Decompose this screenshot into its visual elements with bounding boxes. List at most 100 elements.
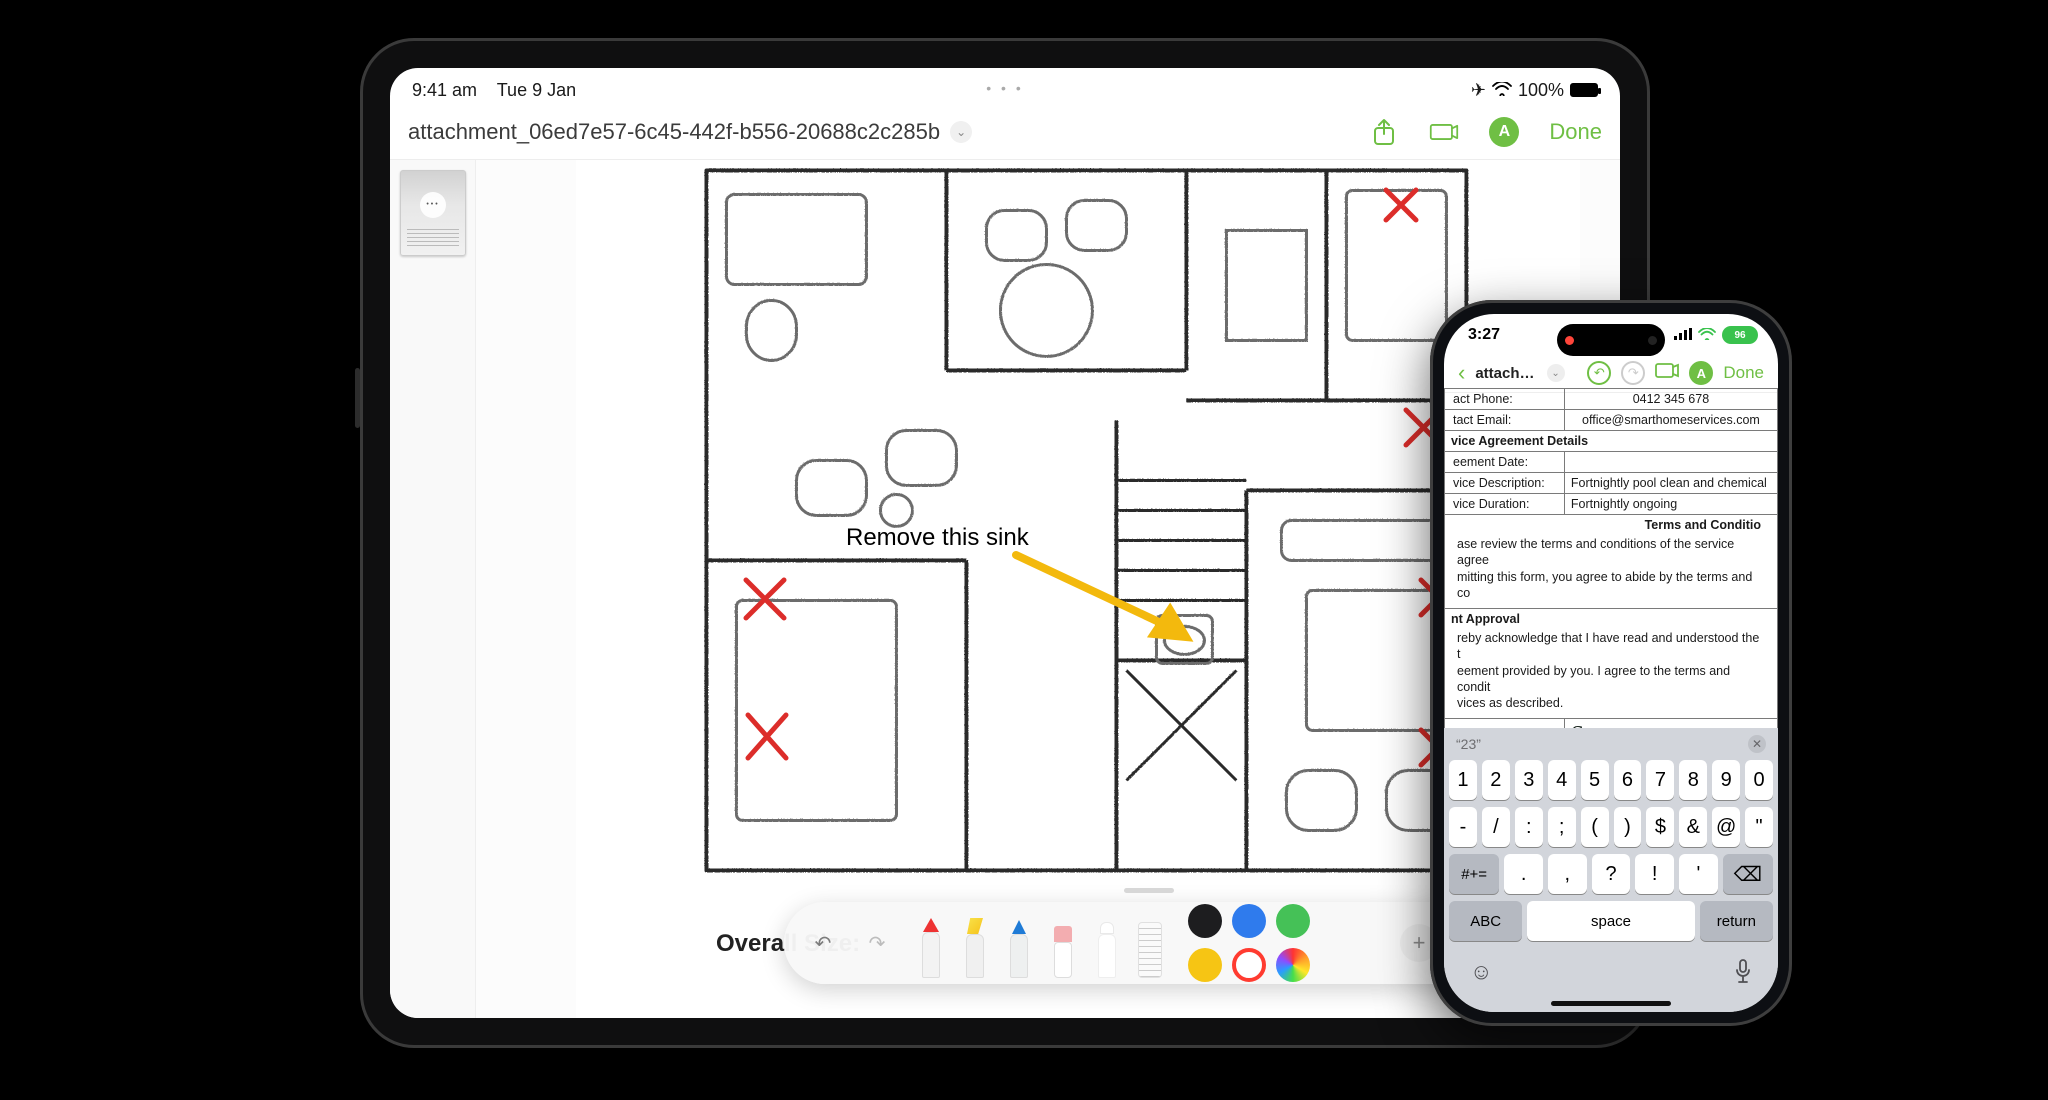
- key-dash[interactable]: -: [1449, 807, 1477, 847]
- key-3[interactable]: 3: [1515, 760, 1543, 800]
- undo-button[interactable]: ↶: [806, 926, 840, 960]
- tool-eraser[interactable]: [1050, 926, 1076, 978]
- contact-phone-value[interactable]: 0412 345 678: [1564, 389, 1777, 410]
- toolbar-actions: A Done: [1369, 117, 1602, 147]
- swatch-color-picker[interactable]: [1276, 948, 1310, 982]
- tool-pencil[interactable]: [1006, 920, 1032, 978]
- key-colon[interactable]: :: [1515, 807, 1543, 847]
- app-badge-icon[interactable]: A: [1689, 361, 1713, 385]
- terms-para: ase review the terms and conditions of t…: [1451, 532, 1771, 605]
- agreement-date-value[interactable]: [1564, 452, 1777, 473]
- iphone-time: 3:27: [1468, 326, 1500, 344]
- dynamic-island[interactable]: [1557, 324, 1665, 356]
- contact-email-value[interactable]: office@smarthomeservices.com: [1564, 410, 1777, 431]
- table-row: vice Duration:Fortnightly ongoing: [1445, 494, 1778, 515]
- key-8[interactable]: 8: [1679, 760, 1707, 800]
- key-space[interactable]: space: [1527, 901, 1694, 941]
- battery-icon: [1570, 83, 1598, 97]
- key-5[interactable]: 5: [1581, 760, 1609, 800]
- iphone-screen: 3:27 96 ‹ attach… ⌄ ↶ ↷ A Done: [1444, 314, 1778, 1012]
- tool-ruler[interactable]: [1138, 922, 1162, 978]
- terms-heading: Terms and Conditio: [1451, 518, 1771, 532]
- share-icon[interactable]: [1369, 117, 1399, 147]
- tool-crayon[interactable]: [1094, 922, 1120, 978]
- key-period[interactable]: .: [1504, 854, 1543, 894]
- done-button[interactable]: Done: [1723, 363, 1764, 383]
- back-button[interactable]: ‹: [1458, 360, 1465, 386]
- swatch-green[interactable]: [1276, 904, 1310, 938]
- key-2[interactable]: 2: [1482, 760, 1510, 800]
- key-9[interactable]: 9: [1712, 760, 1740, 800]
- cellular-icon: [1674, 327, 1692, 343]
- service-desc-label: vice Description:: [1445, 473, 1565, 494]
- ios-keyboard[interactable]: “23” ✕ 1 2 3 4 5 6 7 8 9 0 - /: [1444, 728, 1778, 1012]
- home-indicator[interactable]: [1551, 1001, 1671, 1006]
- done-button[interactable]: Done: [1549, 119, 1602, 145]
- chevron-down-icon[interactable]: ⌄: [1547, 364, 1565, 382]
- multitask-dots-icon[interactable]: • • •: [390, 80, 1620, 96]
- form-document[interactable]: act Phone:0412 345 678 tact Email:office…: [1444, 388, 1778, 768]
- key-at[interactable]: @: [1712, 807, 1740, 847]
- document-title: attachment_06ed7e57-6c45-442f-b556-20688…: [408, 119, 940, 145]
- dismiss-suggestion-icon[interactable]: ✕: [1748, 735, 1766, 753]
- key-6[interactable]: 6: [1614, 760, 1642, 800]
- key-7[interactable]: 7: [1646, 760, 1674, 800]
- key-exclaim[interactable]: !: [1635, 854, 1674, 894]
- app-badge-icon[interactable]: A: [1489, 117, 1519, 147]
- key-semicolon[interactable]: ;: [1548, 807, 1576, 847]
- key-dollar[interactable]: $: [1646, 807, 1674, 847]
- page-thumb-1[interactable]: •••: [400, 170, 466, 256]
- tool-pen[interactable]: [918, 918, 944, 978]
- key-abc[interactable]: ABC: [1449, 901, 1522, 941]
- form-table: act Phone:0412 345 678 tact Email:office…: [1444, 388, 1778, 768]
- keyboard-suggestion[interactable]: “23”: [1456, 736, 1481, 752]
- swatch-red-selected[interactable]: [1232, 948, 1266, 982]
- key-apostrophe[interactable]: ': [1679, 854, 1718, 894]
- key-return[interactable]: return: [1700, 901, 1773, 941]
- keyboard-row-1: 1 2 3 4 5 6 7 8 9 0: [1449, 760, 1773, 800]
- ipad-toolbar: attachment_06ed7e57-6c45-442f-b556-20688…: [390, 104, 1620, 160]
- approval-para: reby acknowledge that I have read and un…: [1451, 626, 1771, 715]
- swatch-blue[interactable]: [1232, 904, 1266, 938]
- keyboard-row-3: #+= . , ? ! ' ⌫: [1449, 854, 1773, 894]
- keyboard-suggestion-bar[interactable]: “23” ✕: [1444, 732, 1778, 758]
- key-1[interactable]: 1: [1449, 760, 1477, 800]
- key-quote[interactable]: ": [1745, 807, 1773, 847]
- key-rparen[interactable]: ): [1614, 807, 1642, 847]
- key-backspace[interactable]: ⌫: [1723, 854, 1773, 894]
- key-4[interactable]: 4: [1548, 760, 1576, 800]
- service-dur-value[interactable]: Fortnightly ongoing: [1564, 494, 1777, 515]
- wifi-icon: [1698, 327, 1716, 343]
- table-row: eement Date:: [1445, 452, 1778, 473]
- key-question[interactable]: ?: [1592, 854, 1631, 894]
- markup-icon[interactable]: [1655, 362, 1679, 385]
- key-0[interactable]: 0: [1745, 760, 1773, 800]
- tool-strip-grabber[interactable]: [1124, 888, 1174, 893]
- document-title-area[interactable]: attachment_06ed7e57-6c45-442f-b556-20688…: [408, 119, 972, 145]
- key-slash[interactable]: /: [1482, 807, 1510, 847]
- swatch-yellow[interactable]: [1188, 948, 1222, 982]
- page-thumbnails[interactable]: •••: [390, 160, 476, 1018]
- key-amp[interactable]: &: [1679, 807, 1707, 847]
- keyboard-bottom-row: ☺: [1444, 953, 1778, 997]
- chevron-down-icon[interactable]: ⌄: [950, 121, 972, 143]
- key-symbols-shift[interactable]: #+=: [1449, 854, 1499, 894]
- key-lparen[interactable]: (: [1581, 807, 1609, 847]
- redo-button[interactable]: ↷: [860, 926, 894, 960]
- undo-button[interactable]: ↶: [1587, 361, 1611, 385]
- iphone-device: 3:27 96 ‹ attach… ⌄ ↶ ↷ A Done: [1430, 300, 1792, 1026]
- floorplan-image: [686, 160, 1486, 900]
- mic-icon[interactable]: [1734, 959, 1752, 989]
- tool-marker[interactable]: [962, 918, 988, 978]
- swatch-black[interactable]: [1188, 904, 1222, 938]
- color-swatches: [1188, 904, 1310, 982]
- battery-pill: 96: [1722, 326, 1758, 344]
- markup-tool-strip[interactable]: ↶ ↷: [784, 902, 1514, 984]
- emoji-icon[interactable]: ☺: [1470, 959, 1492, 989]
- service-desc-value[interactable]: Fortnightly pool clean and chemical: [1564, 473, 1777, 494]
- key-comma[interactable]: ,: [1548, 854, 1587, 894]
- iphone-doc-title[interactable]: attach…: [1475, 365, 1534, 382]
- thumb-menu-icon[interactable]: •••: [420, 192, 446, 218]
- markup-icon[interactable]: [1429, 117, 1459, 147]
- redo-button[interactable]: ↷: [1621, 361, 1645, 385]
